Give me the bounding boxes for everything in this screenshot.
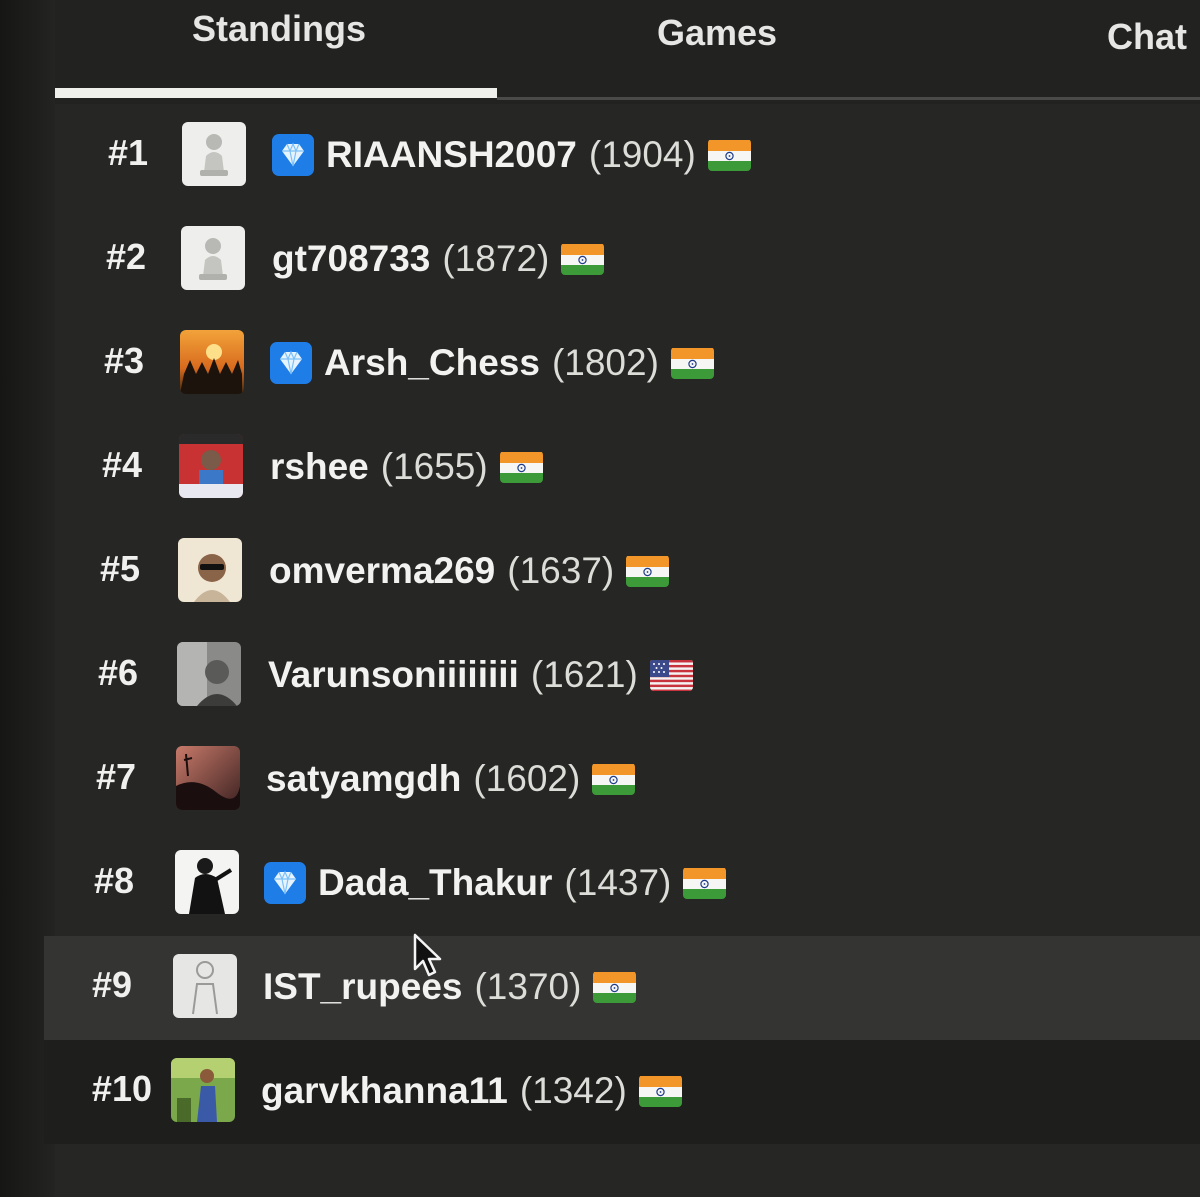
rank-label: #1 [107, 132, 148, 173]
avatar[interactable] [178, 538, 242, 602]
rank-label: #5 [99, 548, 140, 589]
standings-row[interactable]: #5 omverma269 (1637) [44, 520, 1200, 624]
player-info: gt708733 (1872) [272, 238, 605, 280]
india-flag-icon [593, 971, 637, 1003]
avatar[interactable] [173, 954, 237, 1018]
rank-label: #3 [103, 340, 144, 381]
tab-bar: Standings Games Chat [55, 0, 1200, 104]
diamond-icon [270, 342, 312, 384]
rating-label: (1904) [588, 134, 696, 175]
rating-label: (1370) [474, 966, 582, 1007]
username-link[interactable]: rshee [270, 446, 369, 488]
standings-row[interactable]: #1 RIAANSH2007 (1904) [44, 104, 1200, 208]
standings-row[interactable]: #9 IST_rupees (1370) [44, 936, 1200, 1040]
tab-standings[interactable]: Standings [192, 8, 366, 50]
username-link[interactable]: Varunsoniiiiiiii [268, 654, 519, 696]
standings-row[interactable]: #6 Varunsoniiiiiiii (1621) [44, 624, 1200, 728]
username-link[interactable]: satyamgdh [266, 758, 461, 800]
rank-label: #4 [101, 444, 142, 485]
avatar[interactable] [177, 642, 241, 706]
diamond-icon [272, 134, 314, 176]
username-link[interactable]: gt708733 [272, 238, 430, 280]
player-info: IST_rupees (1370) [263, 966, 637, 1008]
username-link[interactable]: RIAANSH2007 [326, 134, 577, 176]
username-link[interactable]: omverma269 [269, 550, 495, 592]
player-info: Arsh_Chess (1802) [270, 342, 714, 384]
player-info: RIAANSH2007 (1904) [272, 134, 751, 176]
rank-label: #8 [93, 860, 134, 901]
player-info: Varunsoniiiiiiii (1621) [268, 654, 693, 696]
rank-label: #10 [91, 1068, 152, 1109]
usa-flag-icon [649, 659, 693, 691]
standings-row[interactable]: #3 Arsh_Chess (1802) [44, 312, 1200, 416]
player-info: satyamgdh (1602) [266, 758, 636, 800]
rating-label: (1437) [564, 862, 672, 903]
player-info: omverma269 (1637) [269, 550, 670, 592]
avatar[interactable] [175, 850, 239, 914]
india-flag-icon [592, 763, 636, 795]
standings-row[interactable]: #7 satyamgdh (1602) [44, 728, 1200, 832]
rating-label: (1637) [507, 550, 615, 591]
rating-label: (1802) [551, 342, 659, 383]
india-flag-icon [707, 139, 751, 171]
tab-divider [497, 97, 1200, 100]
tab-games[interactable]: Games [657, 12, 777, 54]
standings-list: #1 RIAANSH2007 (1904) #2 gt708733 (1872) #3 Ars… [44, 104, 1200, 1197]
standings-row[interactable]: #4 rshee (1655) [44, 416, 1200, 520]
india-flag-icon [561, 243, 605, 275]
player-info: Dada_Thakur (1437) [264, 862, 727, 904]
tournament-app: Standings Games Chat #1 RIAANSH2007 (1904)… [0, 0, 1200, 1197]
avatar[interactable] [179, 434, 243, 498]
avatar[interactable] [176, 746, 240, 810]
player-info: rshee (1655) [270, 446, 543, 488]
rank-label: #2 [105, 236, 146, 277]
standings-row[interactable]: #10 garvkhanna11 (1342) [44, 1040, 1200, 1144]
rating-label: (1655) [380, 446, 488, 487]
username-link[interactable]: Arsh_Chess [324, 342, 540, 384]
standings-row[interactable]: #2 gt708733 (1872) [44, 208, 1200, 312]
avatar[interactable] [180, 330, 244, 394]
active-tab-indicator [55, 88, 497, 98]
india-flag-icon [499, 451, 543, 483]
username-link[interactable]: garvkhanna11 [261, 1070, 508, 1112]
avatar[interactable] [182, 122, 246, 186]
username-link[interactable]: Dada_Thakur [318, 862, 552, 904]
rating-label: (1602) [473, 758, 581, 799]
avatar[interactable] [171, 1058, 235, 1122]
player-info: garvkhanna11 (1342) [261, 1070, 682, 1112]
rating-label: (1872) [442, 238, 550, 279]
standings-row[interactable]: #8 Dada_Thakur (1437) [44, 832, 1200, 936]
india-flag-icon [670, 347, 714, 379]
india-flag-icon [683, 867, 727, 899]
rank-label: #7 [95, 756, 136, 797]
tab-chat[interactable]: Chat [1107, 16, 1187, 58]
india-flag-icon [626, 555, 670, 587]
india-flag-icon [638, 1075, 682, 1107]
rating-label: (1342) [519, 1070, 627, 1111]
rank-label: #9 [91, 964, 132, 1005]
diamond-icon [264, 862, 306, 904]
rating-label: (1621) [530, 654, 638, 695]
mouse-pointer-icon [413, 933, 442, 977]
rank-label: #6 [97, 652, 138, 693]
avatar[interactable] [181, 226, 245, 290]
